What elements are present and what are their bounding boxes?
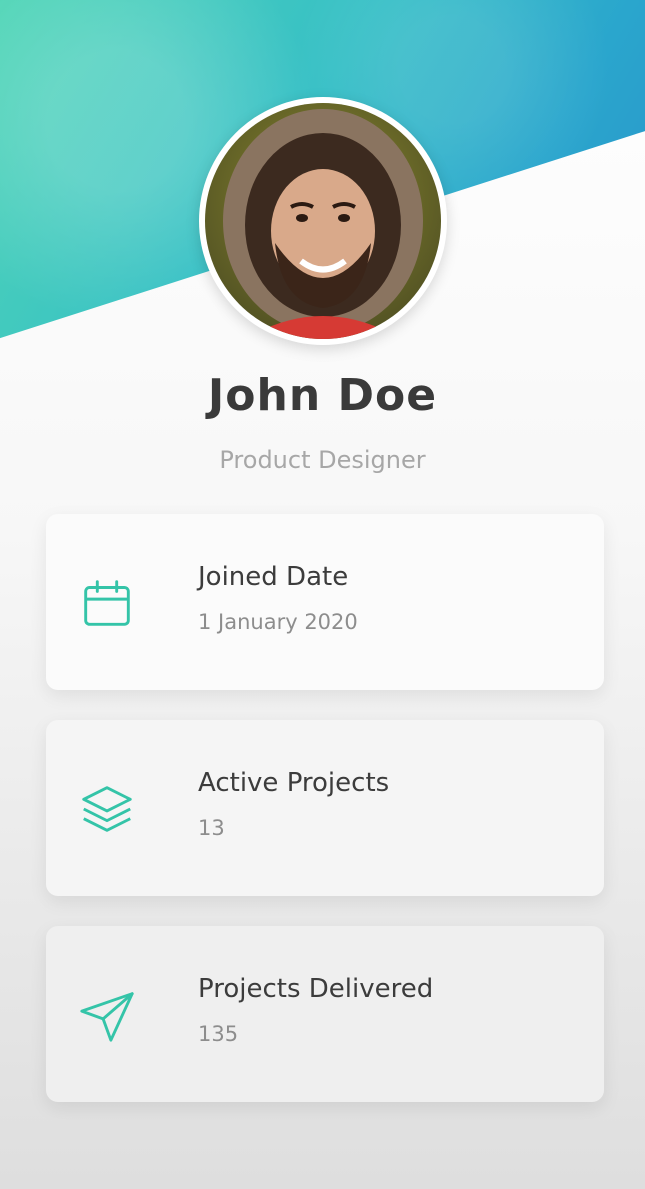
stat-label: Active Projects — [198, 768, 390, 798]
stat-card-projects-delivered[interactable]: Projects Delivered 135 — [46, 926, 604, 1102]
stat-card-active-projects[interactable]: Active Projects 13 — [46, 720, 604, 896]
stat-value: 135 — [198, 1022, 239, 1046]
stat-label: Joined Date — [198, 562, 349, 592]
avatar[interactable] — [199, 97, 447, 345]
layers-icon — [82, 786, 132, 832]
calendar-icon — [84, 580, 130, 626]
stat-value: 1 January 2020 — [198, 610, 358, 634]
paper-plane-icon — [80, 992, 134, 1042]
stat-card-joined-date[interactable]: Joined Date 1 January 2020 — [46, 514, 604, 690]
stat-value: 13 — [198, 816, 225, 840]
profile-name: John Doe — [207, 370, 438, 421]
profile-photo — [205, 103, 441, 339]
stat-label: Projects Delivered — [198, 974, 434, 1004]
profile-role: Product Designer — [219, 446, 426, 474]
